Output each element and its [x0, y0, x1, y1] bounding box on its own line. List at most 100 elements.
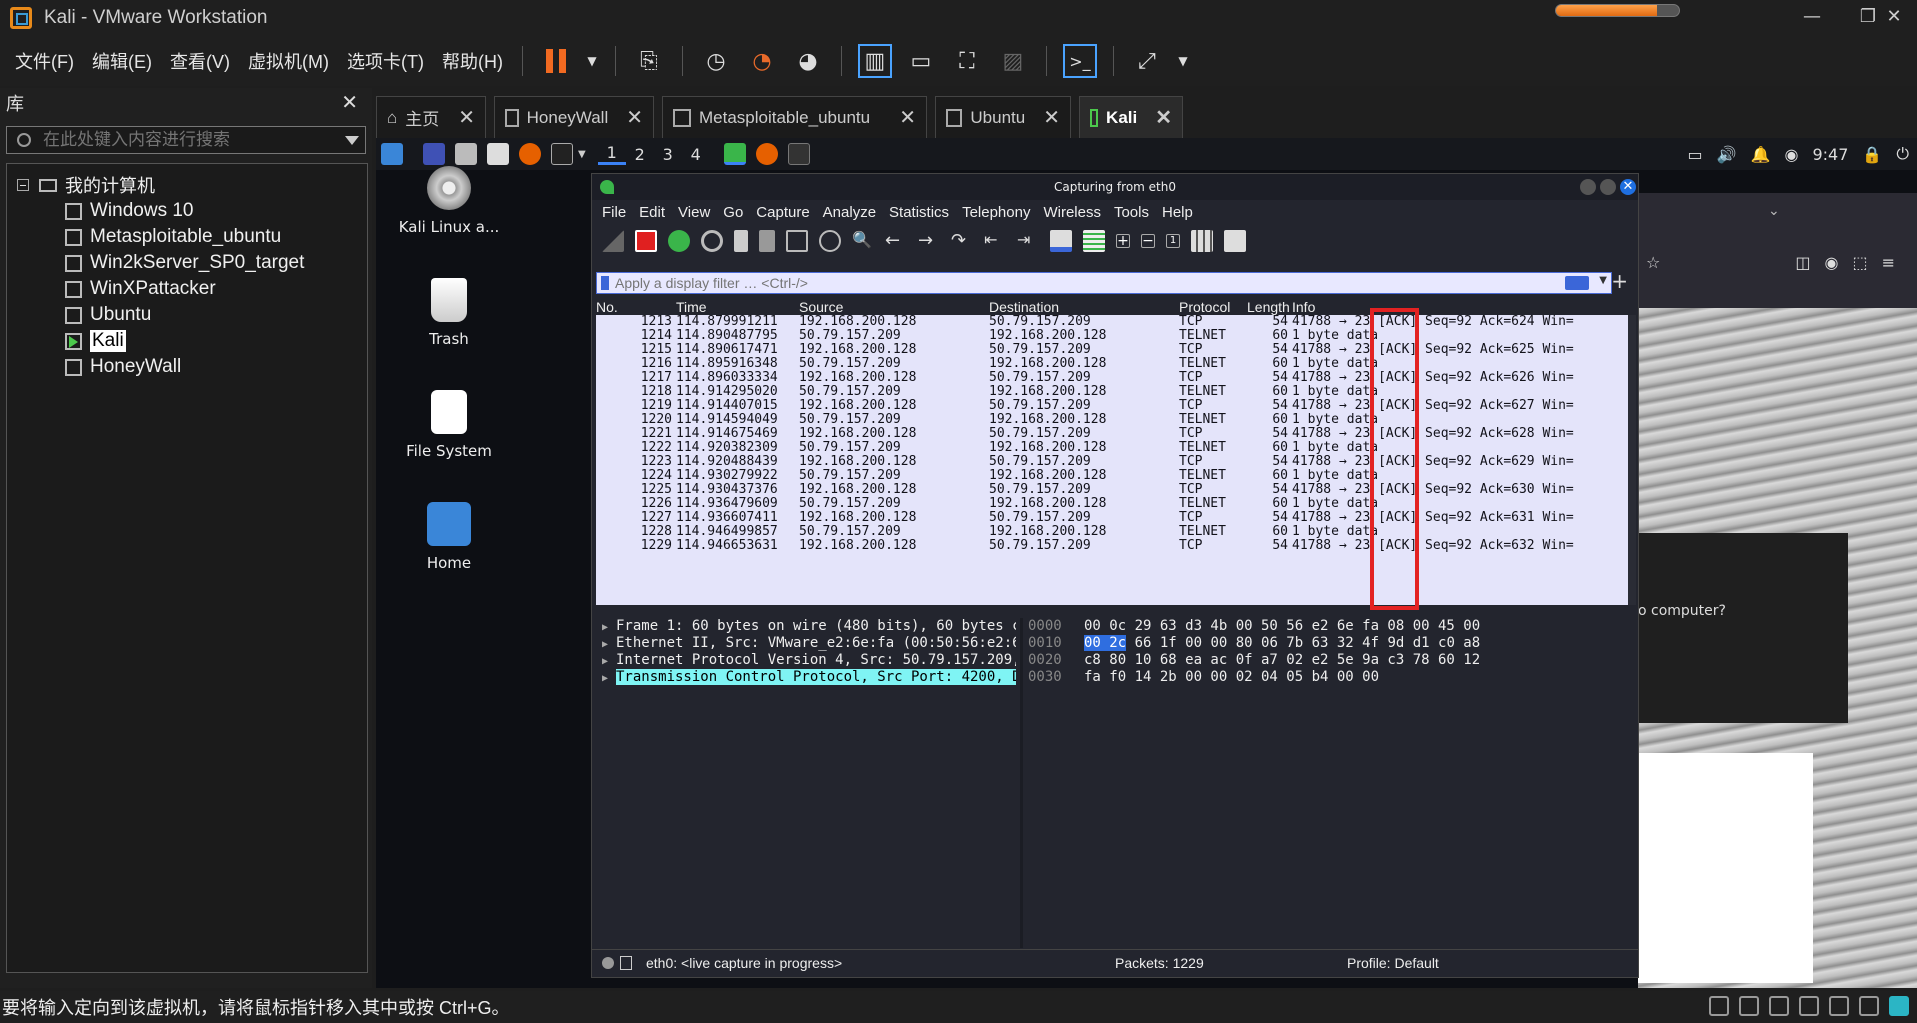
logout-icon[interactable]: ⏻ — [1896, 144, 1909, 164]
power-manager-icon[interactable]: ◉ — [1785, 145, 1799, 164]
stretch-dropdown[interactable]: ▼ — [1176, 44, 1190, 78]
desktop-icon-trash[interactable]: Trash — [394, 278, 504, 348]
apply-filter-icon[interactable] — [1565, 276, 1589, 290]
desktop-icon-file-system[interactable]: File System — [394, 390, 504, 460]
clock[interactable]: 9:47 — [1812, 145, 1848, 164]
menu-help[interactable]: 帮助(H) — [433, 48, 512, 74]
tree-item-kali[interactable]: Kali — [7, 328, 367, 354]
find-packet-icon[interactable]: 🔍 — [852, 230, 874, 252]
detail-row-ethernet[interactable]: ▶ Ethernet II, Src: VMware_e2:6e:fa (00:5… — [596, 635, 1016, 652]
packet-row[interactable]: 1222 114.920382309 50.79.157.209 192.168.20… — [596, 441, 1628, 455]
kali-menu-icon[interactable] — [381, 143, 403, 165]
tab-ubuntu[interactable]: Ubuntu ✕ — [935, 96, 1071, 138]
ws-menu-telephony[interactable]: Telephony — [962, 204, 1030, 221]
volume-icon[interactable]: 🔊 — [1717, 145, 1737, 164]
ws-menu-statistics[interactable]: Statistics — [889, 204, 949, 221]
ws-menu-go[interactable]: Go — [723, 204, 743, 221]
detail-row-frame[interactable]: ▶ Frame 1: 60 bytes on wire (480 bits), 6… — [596, 618, 1016, 635]
ws-menu-capture[interactable]: Capture — [756, 204, 809, 221]
bookmark-star-icon[interactable]: ☆ — [1646, 253, 1660, 272]
resize-columns-icon[interactable] — [1191, 230, 1213, 252]
window-task-icon[interactable] — [787, 143, 810, 165]
workspace-4[interactable]: 4 — [682, 145, 710, 164]
ws-menu-edit[interactable]: Edit — [639, 204, 665, 221]
packet-row[interactable]: 1216 114.895916348 50.79.157.209 192.168.20… — [596, 357, 1628, 371]
comment-icon[interactable] — [620, 956, 632, 970]
packet-row[interactable]: 1224 114.930279922 50.79.157.209 192.168.20… — [596, 469, 1628, 483]
profile[interactable]: Profile: Default — [1347, 955, 1439, 971]
go-forward-icon[interactable]: → — [918, 230, 940, 252]
library-search-input[interactable] — [43, 130, 333, 150]
packet-row[interactable]: 1219 114.914407015 192.168.200.128 50.79.15… — [596, 399, 1628, 413]
detail-row-tcp[interactable]: ▶ Transmission Control Protocol, Src Port… — [596, 669, 1016, 686]
zoom-out-icon[interactable]: − — [1141, 234, 1155, 248]
expand-icon[interactable]: ▶ — [602, 653, 616, 669]
expand-icon[interactable]: ▶ — [602, 619, 616, 635]
packet-row[interactable]: 1213 114.879991211 192.168.200.128 50.79.15… — [596, 315, 1628, 329]
stop-capture-icon[interactable] — [635, 230, 657, 252]
col-source[interactable]: Source — [799, 299, 989, 315]
tree-root-my-computer[interactable]: 我的计算机 — [7, 172, 367, 198]
hex-row[interactable]: 0000 00 0c 29 63 d3 4b 00 50 56 e2 6e fa … — [1028, 618, 1636, 635]
tree-item-metasploitable-ubuntu[interactable]: Metasploitable_ubuntu — [7, 224, 367, 250]
tab-list-icon[interactable]: ⌄ — [1768, 203, 1780, 219]
packet-row[interactable]: 1223 114.920488439 192.168.200.128 50.79.15… — [596, 455, 1628, 469]
layout-icon[interactable] — [1224, 230, 1246, 252]
snapshot-icon[interactable]: ◷ — [699, 44, 733, 78]
last-packet-icon[interactable]: ⇥ — [1017, 230, 1039, 252]
terminal-dropdown-icon[interactable]: ▼ — [578, 149, 586, 160]
normal-size-icon[interactable]: 1 — [1166, 234, 1180, 248]
packet-row[interactable]: 1225 114.930437376 192.168.200.128 50.79.15… — [596, 483, 1628, 497]
ws-menu-view[interactable]: View — [678, 204, 710, 221]
thumbnail-icon[interactable]: ▭ — [904, 44, 938, 78]
restart-capture-icon[interactable] — [668, 230, 690, 252]
show-library-icon[interactable]: ▥ — [857, 44, 892, 78]
stretch-guest-icon[interactable]: ⤢ — [1130, 44, 1164, 78]
unity-icon[interactable]: ▨ — [996, 44, 1030, 78]
ws-menu-tools[interactable]: Tools — [1114, 204, 1149, 221]
pause-dropdown[interactable]: ▼ — [585, 44, 599, 78]
packet-row[interactable]: 1218 114.914295020 50.79.157.209 192.168.20… — [596, 385, 1628, 399]
go-back-icon[interactable]: ← — [885, 230, 907, 252]
col-protocol[interactable]: Protocol — [1179, 299, 1247, 315]
tab-close-icon[interactable]: ✕ — [440, 105, 475, 130]
background-browser-window[interactable]: ⌄ ☆ ◫◉⬚≡ o computer? — [1638, 193, 1917, 988]
ws-minimize-button[interactable] — [1580, 179, 1596, 195]
tree-item-honeywall[interactable]: HoneyWall — [7, 354, 367, 380]
packet-row[interactable]: 1226 114.936479609 50.79.157.209 192.168.20… — [596, 497, 1628, 511]
save-file-icon[interactable] — [759, 230, 775, 252]
display-filter-input[interactable] — [615, 274, 1515, 292]
tab-honeywall[interactable]: HoneyWall ✕ — [494, 96, 654, 138]
menu-vm[interactable]: 虚拟机(M) — [239, 48, 338, 74]
col-length[interactable]: Length — [1247, 299, 1292, 315]
tree-item-win2kserver[interactable]: Win2kServer_SP0_target — [7, 250, 367, 276]
menu-edit[interactable]: 编辑(E) — [83, 48, 161, 74]
packet-row[interactable]: 1229 114.946653631 192.168.200.128 50.79.15… — [596, 539, 1628, 553]
add-filter-button-icon[interactable]: + — [1611, 269, 1628, 293]
colorize-icon[interactable] — [1083, 230, 1105, 252]
bookmark-icon[interactable] — [601, 276, 609, 290]
hex-row[interactable]: 0030 fa f0 14 2b 00 00 02 04 05 b4 00 00 — [1028, 669, 1636, 686]
terminal-icon[interactable] — [551, 143, 573, 165]
packet-row[interactable]: 1217 114.896033334 192.168.200.128 50.79.15… — [596, 371, 1628, 385]
packet-list-scrollbar[interactable] — [1628, 315, 1636, 605]
snapshot-manager-icon[interactable]: ◕ — [791, 44, 825, 78]
display-icon[interactable]: ▭ — [1688, 145, 1703, 164]
sound-icon[interactable] — [1829, 996, 1849, 1016]
packet-row[interactable]: 1214 114.890487795 50.79.157.209 192.168.20… — [596, 329, 1628, 343]
open-file-icon[interactable] — [734, 230, 748, 252]
close-file-icon[interactable] — [786, 230, 808, 252]
hex-row[interactable]: 0020 c8 80 10 68 ea ac 0f a7 02 e2 5e 9a … — [1028, 652, 1636, 669]
col-info[interactable]: Info — [1292, 299, 1628, 315]
workspace-2[interactable]: 2 — [626, 145, 654, 164]
console-view-icon[interactable]: >_ — [1062, 44, 1097, 78]
workspace-3[interactable]: 3 — [654, 145, 682, 164]
packet-row[interactable]: 1215 114.890617471 192.168.200.128 50.79.15… — [596, 343, 1628, 357]
expert-info-icon[interactable] — [602, 957, 614, 969]
capture-options-icon[interactable] — [701, 230, 723, 252]
col-destination[interactable]: Destination — [989, 299, 1179, 315]
pause-button[interactable] — [539, 44, 573, 78]
expand-icon[interactable]: ▶ — [602, 670, 616, 686]
hard-disk-icon[interactable] — [1709, 996, 1729, 1016]
cd-rom-icon[interactable] — [1739, 996, 1759, 1016]
